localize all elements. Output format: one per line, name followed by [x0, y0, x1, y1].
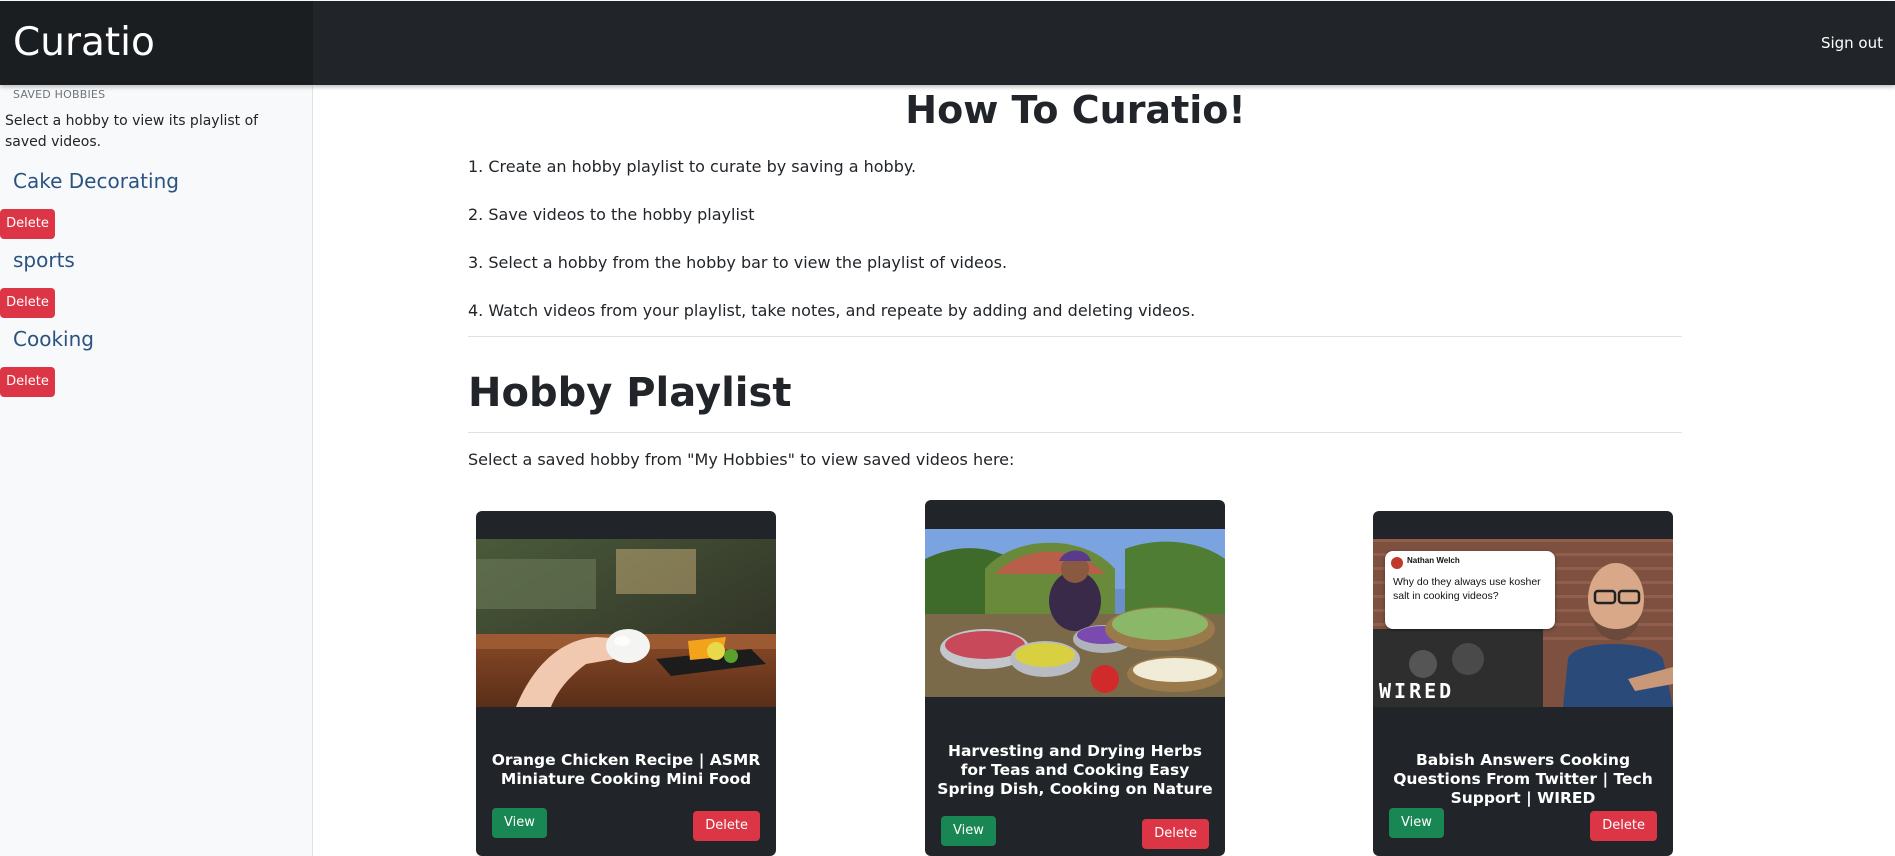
- tweet-user: Nathan Welch: [1407, 556, 1460, 565]
- video-card: Orange Chicken Recipe | ASMR Miniature C…: [476, 511, 776, 856]
- video-card: Nathan Welch Why do they always use kosh…: [1373, 511, 1673, 856]
- view-video-button[interactable]: View: [941, 816, 996, 846]
- playlist-title: Hobby Playlist: [468, 370, 792, 416]
- sidebar-description: Select a hobby to view its playlist of s…: [5, 113, 259, 150]
- avatar: [1391, 557, 1403, 569]
- video-title: Babish Answers Cooking Questions From Tw…: [1393, 751, 1653, 807]
- view-video-button[interactable]: View: [1389, 808, 1444, 838]
- sign-out-link[interactable]: Sign out: [1821, 32, 1883, 54]
- video-title: Harvesting and Drying Herbs for Teas and…: [937, 742, 1213, 798]
- main-content: How To Curatio! 1. Create an hobby playl…: [313, 86, 1895, 856]
- tweet-card: Nathan Welch Why do they always use kosh…: [1385, 551, 1555, 629]
- brand-logo[interactable]: Curatio: [0, 1, 313, 85]
- delete-video-button[interactable]: Delete: [1590, 811, 1657, 841]
- delete-hobby-button[interactable]: Delete: [0, 209, 55, 239]
- sidebar: SAVED HOBBIES Select a hobby to view its…: [0, 86, 313, 856]
- video-thumbnail[interactable]: Nathan Welch Why do they always use kosh…: [1373, 539, 1673, 707]
- step-3: 3. Select a hobby from the hobby bar to …: [468, 253, 1008, 272]
- sidebar-hobby-sports[interactable]: sports: [13, 248, 75, 272]
- sidebar-hobby-cooking[interactable]: Cooking: [13, 327, 94, 351]
- how-to-title: How To Curatio!: [905, 88, 1246, 132]
- top-navbar: Curatio Sign out: [0, 1, 1895, 85]
- video-thumbnail[interactable]: [925, 529, 1225, 697]
- sidebar-heading: SAVED HOBBIES: [13, 88, 106, 101]
- delete-hobby-button[interactable]: Delete: [0, 288, 55, 318]
- wired-logo: WIRED: [1379, 679, 1455, 703]
- playlist-description: Select a saved hobby from "My Hobbies" t…: [468, 450, 1015, 469]
- delete-video-button[interactable]: Delete: [693, 811, 760, 841]
- view-video-button[interactable]: View: [492, 808, 547, 838]
- step-2: 2. Save videos to the hobby playlist: [468, 205, 755, 224]
- divider: [468, 336, 1682, 337]
- sidebar-hobby-cake-decorating[interactable]: Cake Decorating: [13, 169, 179, 193]
- tweet-text: Why do they always use kosher salt in co…: [1393, 576, 1541, 602]
- delete-hobby-button[interactable]: Delete: [0, 367, 55, 397]
- video-thumbnail[interactable]: [476, 539, 776, 707]
- video-title: Orange Chicken Recipe | ASMR Miniature C…: [491, 751, 761, 788]
- step-1: 1. Create an hobby playlist to curate by…: [468, 157, 917, 176]
- delete-video-button[interactable]: Delete: [1142, 819, 1209, 849]
- video-card: Harvesting and Drying Herbs for Teas and…: [925, 500, 1225, 856]
- step-4: 4. Watch videos from your playlist, take…: [468, 301, 1196, 320]
- divider: [468, 432, 1682, 433]
